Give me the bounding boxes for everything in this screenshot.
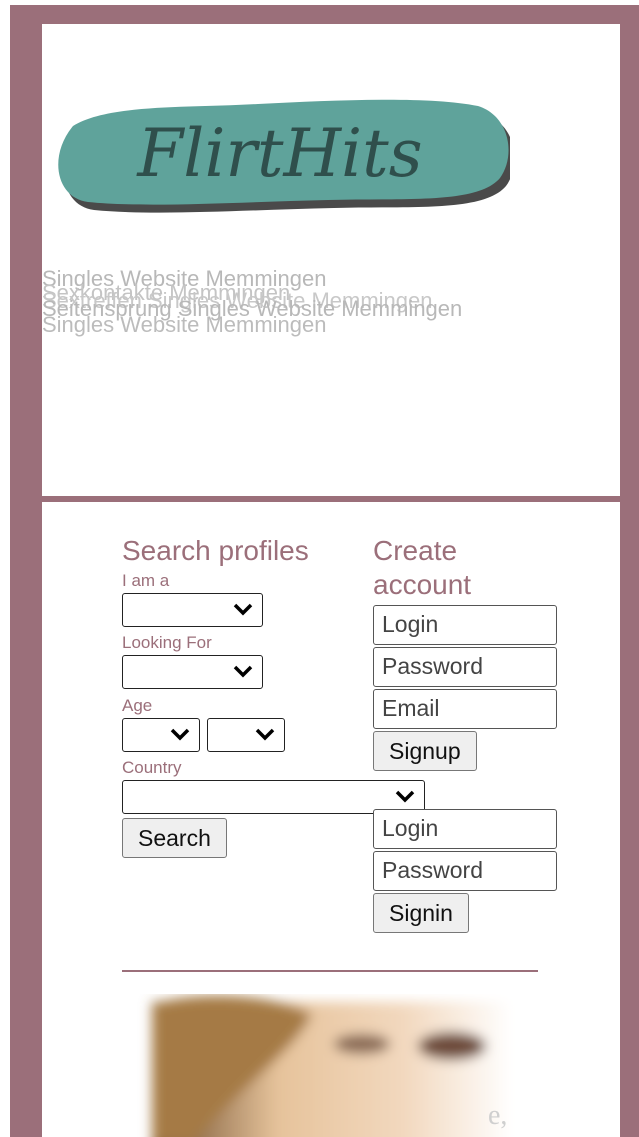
- i-am-label: I am a: [122, 571, 170, 590]
- section-divider: [122, 970, 538, 972]
- flirthits-logo[interactable]: FlirtHits: [48, 86, 510, 214]
- looking-for-label: Looking For: [122, 633, 212, 652]
- age-label: Age: [122, 696, 153, 715]
- search-button[interactable]: Search: [122, 818, 227, 858]
- left-border: [0, 0, 10, 1137]
- create-account-title-line2: account: [373, 569, 472, 600]
- content-panel: Search profiles I am a Looking For Age C…: [42, 502, 620, 1137]
- age-min-select[interactable]: [122, 718, 200, 752]
- chevron-down-icon: [395, 790, 415, 803]
- logo-text: FlirtHits: [136, 115, 422, 192]
- create-account-title-line1: Create: [373, 535, 458, 566]
- signup-button[interactable]: Signup: [373, 731, 477, 771]
- looking-for-select[interactable]: [122, 655, 263, 689]
- chevron-down-icon: [233, 603, 253, 616]
- signin-password-field[interactable]: Password: [373, 851, 557, 891]
- header-panel: FlirtHits Singles Website Memmingen Sexk…: [42, 24, 620, 496]
- signup-email-field[interactable]: Email: [373, 689, 557, 729]
- signin-login-field[interactable]: Login: [373, 809, 557, 849]
- signin-button[interactable]: Signin: [373, 893, 469, 933]
- i-am-select[interactable]: [122, 593, 263, 627]
- tagline-5: Singles Website Memmingen: [42, 312, 327, 337]
- signup-password-field[interactable]: Password: [373, 647, 557, 687]
- signup-login-field[interactable]: Login: [373, 605, 557, 645]
- chevron-down-icon: [170, 728, 190, 741]
- search-profiles-title: Search profiles: [122, 535, 309, 566]
- age-max-select[interactable]: [207, 718, 285, 752]
- top-border: [0, 0, 639, 5]
- photo-caption-fragment: e,: [488, 1100, 508, 1131]
- country-label: Country: [122, 758, 182, 777]
- chevron-down-icon: [233, 665, 253, 678]
- chevron-down-icon: [255, 728, 275, 741]
